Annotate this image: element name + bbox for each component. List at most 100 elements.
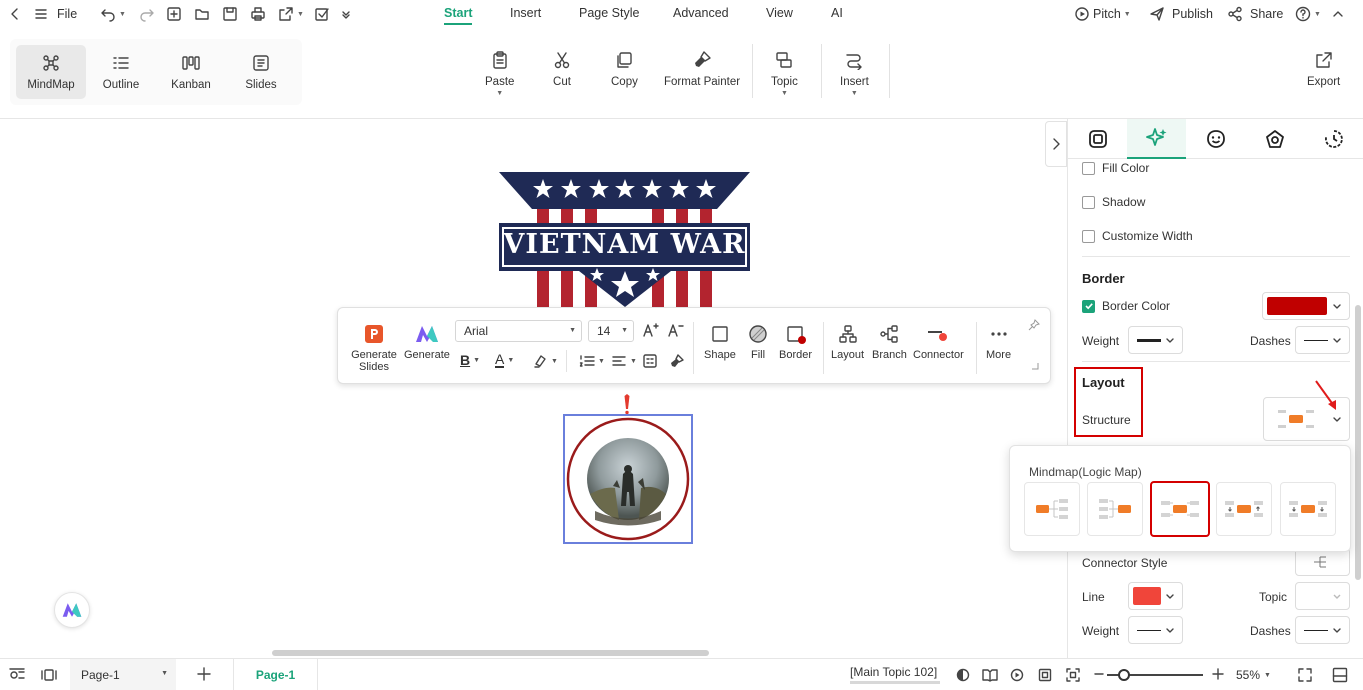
tab-ai-style[interactable]: [1127, 119, 1186, 159]
horizontal-scrollbar[interactable]: [272, 650, 709, 656]
print-button[interactable]: [250, 4, 266, 24]
tab-ai[interactable]: AI: [831, 6, 843, 20]
tab-style[interactable]: [1068, 119, 1127, 159]
export-button[interactable]: Export: [1307, 50, 1340, 88]
zoom-in-button[interactable]: [1211, 667, 1225, 681]
dashes-select[interactable]: [1295, 326, 1350, 354]
view-mindmap-button[interactable]: MindMap: [16, 45, 86, 99]
undo-button[interactable]: ▼: [100, 4, 126, 24]
redo-button[interactable]: [139, 4, 155, 24]
export-quick-button[interactable]: ▼: [278, 4, 304, 24]
page-select[interactable]: Page-1 ▼: [70, 659, 176, 690]
resize-toolbar-handle[interactable]: [1030, 361, 1040, 371]
branch-button[interactable]: Branch: [872, 324, 907, 361]
save-button[interactable]: [222, 4, 238, 24]
font-color-button[interactable]: A ▼: [495, 352, 514, 368]
numbering-button[interactable]: ▼: [579, 353, 605, 369]
font-family-select[interactable]: Arial ▼: [455, 320, 582, 342]
add-page-button[interactable]: [196, 666, 212, 682]
page-tab-page-1[interactable]: Page-1: [233, 659, 318, 690]
copy-button[interactable]: Copy: [611, 50, 638, 88]
align-button[interactable]: ▼: [611, 353, 637, 369]
view-kanban-button[interactable]: Kanban: [156, 45, 226, 99]
border-color-checkbox[interactable]: [1082, 299, 1095, 313]
zoom-select[interactable]: 55% ▼: [1236, 668, 1271, 682]
fullscreen-button[interactable]: [1297, 667, 1313, 683]
paste-button[interactable]: Paste ▼: [485, 50, 514, 97]
fit-page-button[interactable]: [1038, 668, 1052, 682]
page-list-button[interactable]: [40, 668, 58, 682]
text-style-button[interactable]: [642, 353, 658, 369]
border-button[interactable]: Border: [779, 324, 812, 361]
ai-assistant-button[interactable]: [54, 592, 90, 628]
book-view-button[interactable]: [982, 668, 998, 682]
increase-font-button[interactable]: [642, 321, 660, 339]
decrease-font-button[interactable]: [667, 321, 685, 339]
more-button[interactable]: More: [986, 324, 1011, 361]
line-weight-select[interactable]: [1128, 616, 1183, 644]
clear-format-button[interactable]: [669, 353, 685, 369]
tab-insert[interactable]: Insert: [510, 6, 541, 20]
layout-option-right[interactable]: [1024, 482, 1080, 536]
generate-button[interactable]: Generate: [404, 324, 450, 361]
more-quick-button[interactable]: [341, 4, 351, 24]
connector-button[interactable]: Connector: [913, 324, 964, 361]
tab-start[interactable]: Start: [444, 6, 473, 25]
pin-toolbar-button[interactable]: [1028, 319, 1040, 331]
cut-button[interactable]: Cut: [552, 50, 572, 88]
format-painter-button[interactable]: Format Painter: [664, 50, 740, 88]
zoom-slider-thumb[interactable]: [1118, 669, 1130, 681]
main-topic-node[interactable]: [563, 414, 693, 544]
line-color-picker[interactable]: [1128, 582, 1183, 610]
help-button[interactable]: ▼: [1295, 4, 1321, 24]
weight-select[interactable]: [1128, 326, 1183, 354]
layout-option-counterclockwise[interactable]: [1280, 482, 1336, 536]
highlight-button[interactable]: ▼: [532, 353, 558, 369]
play-button[interactable]: [1010, 668, 1024, 682]
share-button[interactable]: Share: [1227, 4, 1283, 24]
topic-line-select[interactable]: [1295, 582, 1350, 610]
fill-color-checkbox[interactable]: [1082, 161, 1095, 175]
view-slides-button[interactable]: Slides: [226, 45, 296, 99]
pitch-button[interactable]: Pitch ▼: [1074, 4, 1131, 24]
panel-toggle-button[interactable]: [1332, 667, 1348, 683]
file-menu-button[interactable]: File: [34, 4, 77, 24]
tab-page-style[interactable]: Page Style: [579, 6, 639, 20]
customize-width-checkbox[interactable]: [1082, 229, 1095, 243]
fit-width-button[interactable]: [1066, 668, 1080, 682]
back-button[interactable]: [8, 4, 22, 24]
insert-button[interactable]: Insert ▼: [840, 50, 869, 97]
layout-option-both-sides[interactable]: [1150, 481, 1210, 537]
border-color-option[interactable]: Border Color: [1082, 299, 1170, 313]
tab-advanced[interactable]: Advanced: [673, 6, 729, 20]
page-settings-button[interactable]: [9, 668, 25, 682]
new-button[interactable]: [166, 4, 182, 24]
shadow-checkbox[interactable]: [1082, 195, 1095, 209]
topic-button[interactable]: Topic ▼: [771, 50, 798, 97]
view-outline-button[interactable]: Outline: [86, 45, 156, 99]
fill-color-option[interactable]: Fill Color: [1082, 161, 1149, 175]
vietnam-war-banner-image[interactable]: VIETNAM WAR: [497, 171, 752, 307]
layout-button[interactable]: Layout: [831, 324, 864, 361]
tab-history[interactable]: [1304, 119, 1363, 159]
collapse-panel-button[interactable]: [1045, 121, 1067, 167]
line-dashes-select[interactable]: [1295, 616, 1350, 644]
zoom-out-button[interactable]: [1093, 667, 1105, 681]
generate-slides-button[interactable]: Generate Slides: [348, 324, 400, 373]
shadow-option[interactable]: Shadow: [1082, 195, 1145, 209]
layout-option-left[interactable]: [1087, 482, 1143, 536]
tab-view[interactable]: View: [766, 6, 793, 20]
panel-scrollbar[interactable]: [1355, 305, 1361, 580]
font-size-select[interactable]: 14 ▼: [588, 320, 634, 342]
check-button[interactable]: [314, 4, 330, 24]
theme-toggle-button[interactable]: [956, 668, 970, 682]
tab-theme[interactable]: [1245, 119, 1304, 159]
layout-option-clockwise[interactable]: [1216, 482, 1272, 536]
fill-button[interactable]: Fill: [748, 324, 768, 361]
open-button[interactable]: [194, 4, 210, 24]
connector-style-select[interactable]: [1295, 548, 1350, 576]
shape-button[interactable]: Shape: [704, 324, 736, 361]
publish-button[interactable]: Publish: [1149, 4, 1213, 24]
collapse-ribbon-button[interactable]: [1331, 4, 1345, 24]
customize-width-option[interactable]: Customize Width: [1082, 229, 1193, 243]
